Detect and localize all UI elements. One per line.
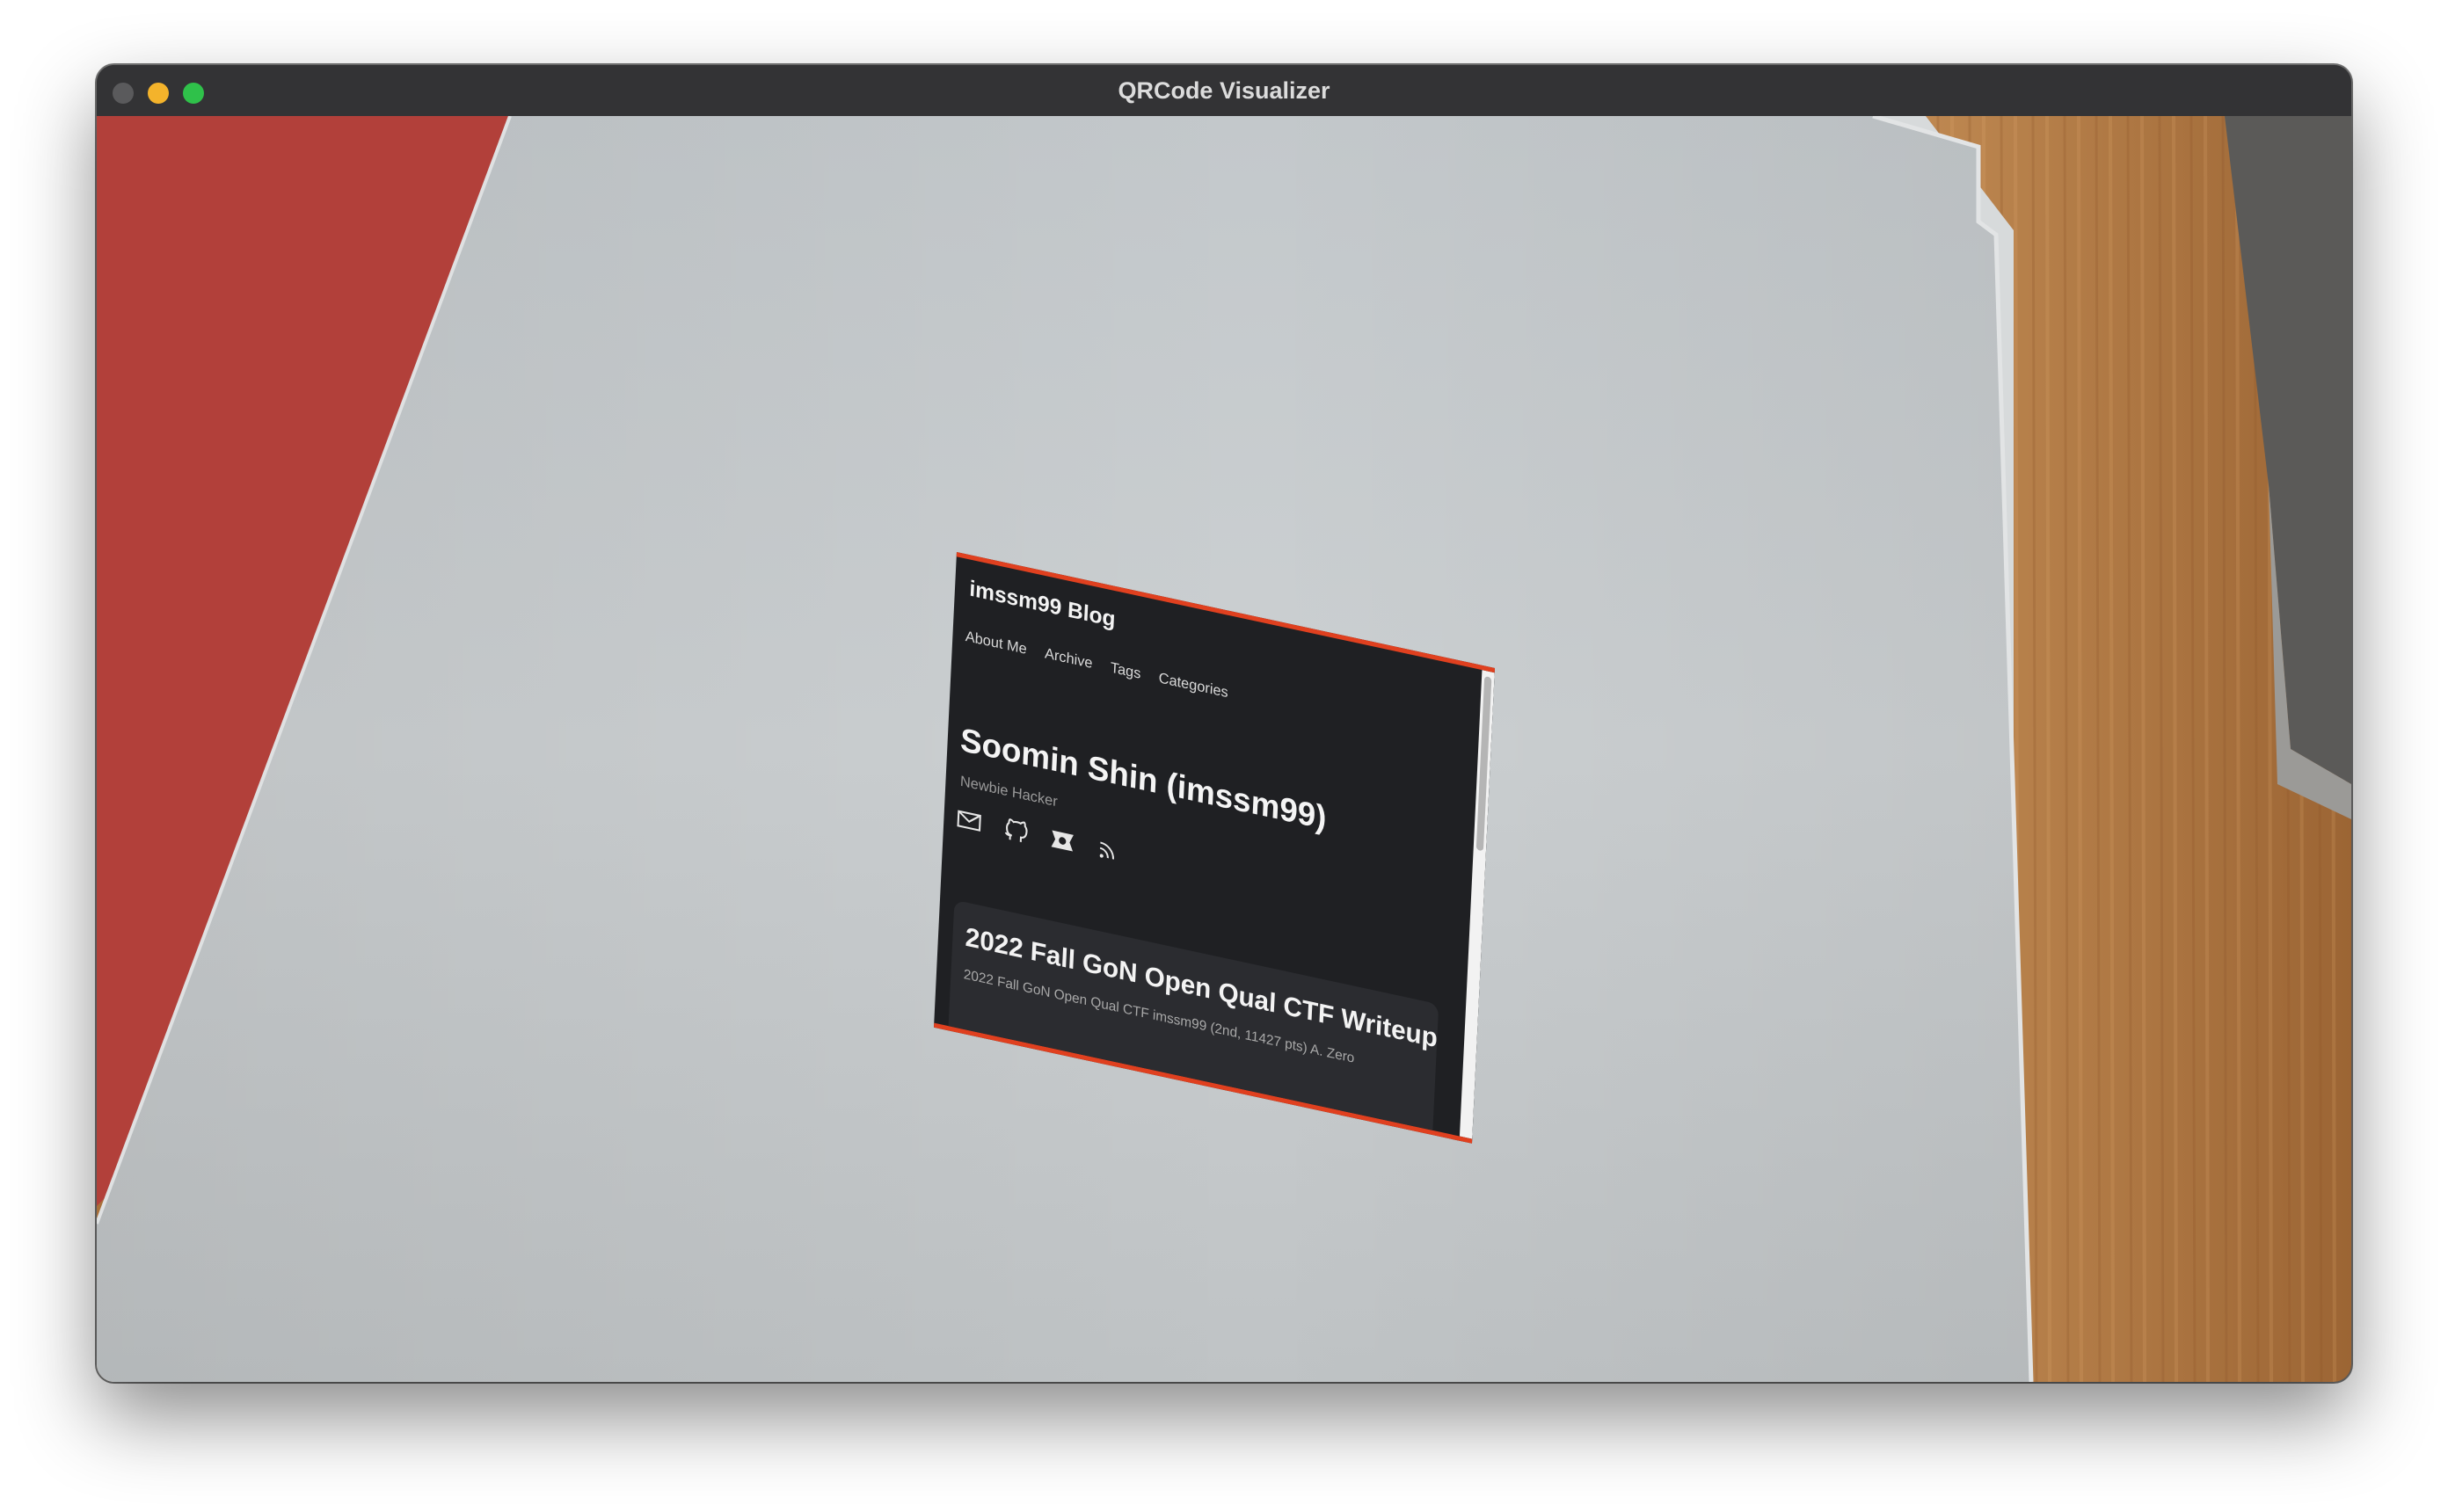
- nav-item-about[interactable]: About Me: [965, 629, 1027, 658]
- nav-item-archive[interactable]: Archive: [1045, 646, 1093, 672]
- rss-icon[interactable]: [1096, 836, 1122, 865]
- nav-item-tags[interactable]: Tags: [1110, 660, 1140, 683]
- blog-title[interactable]: imssm99 Blog: [969, 576, 1116, 633]
- ctf-icon[interactable]: [1049, 826, 1075, 855]
- title-bar[interactable]: QRCode Visualizer: [97, 65, 2351, 117]
- blog-nav: About Me Archive Tags Categories: [965, 629, 1228, 701]
- mail-icon[interactable]: [956, 806, 982, 835]
- nav-item-categories[interactable]: Categories: [1158, 671, 1228, 702]
- github-icon[interactable]: [1002, 817, 1029, 846]
- camera-viewport: imssm99 Blog About Me Archive Tags Categ…: [97, 116, 2351, 1382]
- author-tagline: Newbie Hacker: [959, 774, 1059, 811]
- social-links: [956, 806, 1122, 866]
- window-title: QRCode Visualizer: [1118, 77, 1330, 104]
- app-window: QRCode Visualizer imssm99 Blog About Me …: [97, 65, 2351, 1382]
